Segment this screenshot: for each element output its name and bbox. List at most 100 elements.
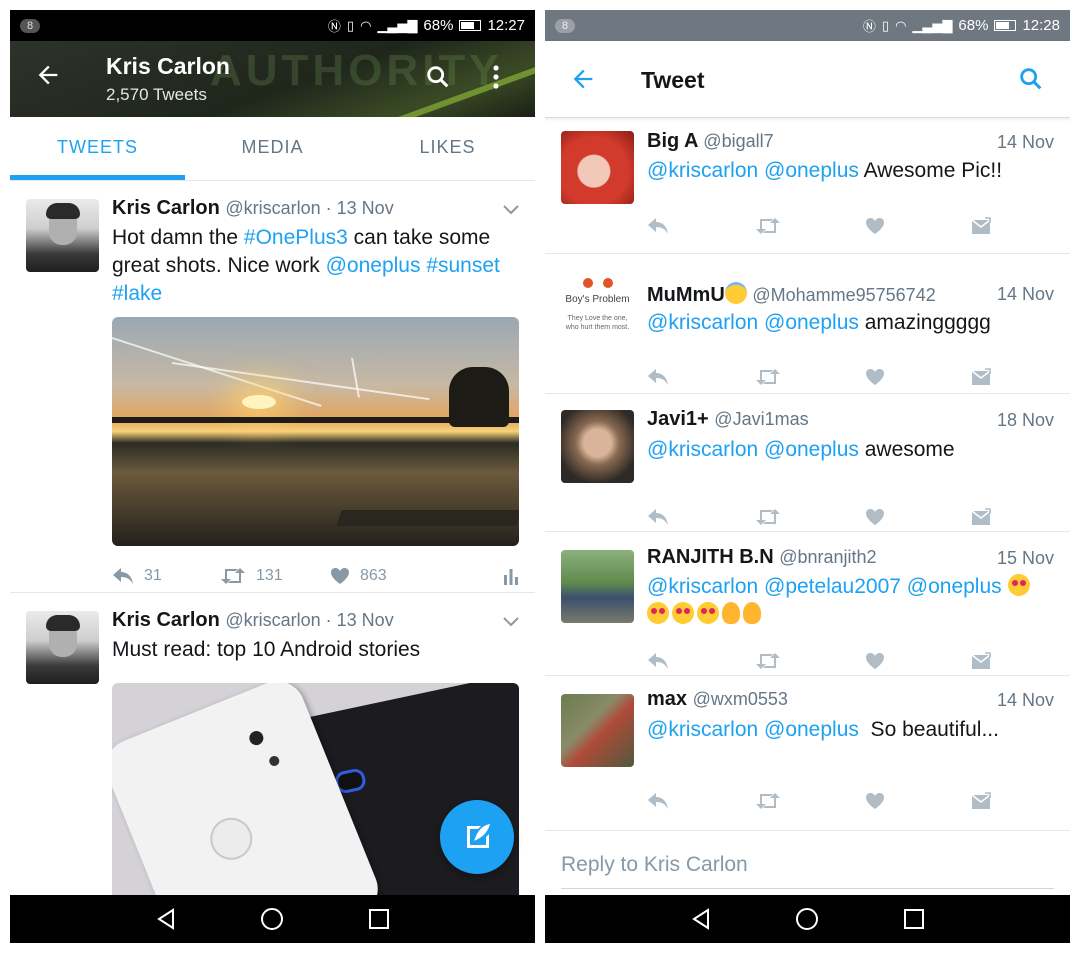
reply-input[interactable]: Reply to Kris Carlon	[561, 853, 748, 877]
search-button[interactable]	[1017, 65, 1045, 99]
triangle-back-icon	[157, 908, 174, 930]
reply-tweet[interactable]: RANJITH B.N @bnranjith2 15 Nov @kriscarl…	[545, 532, 1070, 676]
retweet-icon	[221, 568, 245, 584]
nfc-icon: Ⓝ	[862, 19, 876, 34]
direct-message-icon[interactable]	[971, 508, 991, 531]
reply-tweet[interactable]: Boy's Problem They Love the one, who hur…	[545, 254, 1070, 394]
retweet-icon[interactable]	[755, 652, 781, 675]
hashtag-link[interactable]: #sunset	[426, 254, 500, 277]
reply-tweet[interactable]: Big A @bigall7 14 Nov @kriscarlon @onepl…	[545, 118, 1070, 254]
reply-text: @kriscarlon @oneplus awesome	[647, 436, 1047, 464]
tweet-header: Tweet	[545, 41, 1070, 118]
search-icon	[427, 66, 449, 88]
search-button[interactable]	[424, 63, 452, 97]
heart-icon[interactable]	[865, 217, 885, 240]
retweet-action[interactable]: 131	[220, 567, 283, 585]
avatar[interactable]: Boy's Problem They Love the one, who hur…	[561, 270, 634, 343]
retweet-icon[interactable]	[755, 368, 781, 391]
author-name: RANJITH B.N	[647, 546, 774, 568]
reply-icon[interactable]	[647, 508, 669, 531]
avatar[interactable]	[561, 410, 634, 483]
author-name: max	[647, 688, 688, 710]
reply-author[interactable]: max @wxm0553	[647, 688, 788, 711]
reply-icon[interactable]	[647, 652, 669, 675]
mention-links[interactable]: @kriscarlon @oneplus	[647, 718, 859, 741]
reply-body: So beautiful...	[858, 718, 999, 741]
tweet-photo-sunset[interactable]	[112, 317, 519, 546]
nav-home-button[interactable]	[777, 895, 837, 943]
heart-icon[interactable]	[865, 652, 885, 675]
avatar[interactable]	[561, 694, 634, 767]
avatar[interactable]	[26, 199, 99, 272]
avatar[interactable]	[561, 550, 634, 623]
hashtag-link[interactable]: #lake	[112, 282, 162, 305]
retweet-icon[interactable]	[755, 792, 781, 815]
mention-links[interactable]: @kriscarlon @oneplus	[647, 159, 859, 182]
reply-icon[interactable]	[647, 792, 669, 815]
wifi-icon: ◠	[360, 17, 372, 33]
status-bar: 8 Ⓝ ▯ ◠ ▁▃▅▇ 68% 12:27	[10, 10, 535, 41]
mention-links[interactable]: @kriscarlon @oneplus	[647, 311, 859, 334]
retweet-icon[interactable]	[755, 508, 781, 531]
tweet-author[interactable]: Kris Carlon @kriscarlon · 13 Nov	[112, 197, 394, 220]
overflow-menu-button[interactable]	[492, 63, 500, 97]
nav-back-button[interactable]	[136, 895, 196, 943]
reply-icon[interactable]	[647, 217, 669, 240]
nav-recents-button[interactable]	[349, 895, 409, 943]
reply-text: @kriscarlon @oneplus amazinggggg	[647, 309, 1047, 337]
direct-message-icon[interactable]	[971, 217, 991, 240]
reply-tweet[interactable]: max @wxm0553 14 Nov @kriscarlon @oneplus…	[545, 676, 1070, 816]
tweet-photo-phones[interactable]: NG	[112, 683, 519, 903]
tweet[interactable]: Kris Carlon @kriscarlon · 13 Nov Hot dam…	[10, 181, 535, 593]
tweet-author[interactable]: Kris Carlon @kriscarlon · 13 Nov	[112, 609, 394, 632]
back-button[interactable]	[34, 61, 62, 95]
clock: 12:27	[487, 17, 525, 34]
avatar[interactable]	[561, 131, 634, 204]
reply-action[interactable]: 31	[112, 567, 162, 585]
notification-badge: 8	[555, 18, 576, 33]
retweet-icon[interactable]	[755, 217, 781, 240]
nav-home-button[interactable]	[242, 895, 302, 943]
reply-icon[interactable]	[647, 368, 669, 391]
reply-tweet[interactable]: Javi1+ @Javi1mas 18 Nov @kriscarlon @one…	[545, 394, 1070, 532]
reply-author[interactable]: RANJITH B.N @bnranjith2	[647, 546, 877, 569]
tweet-text: Must read: top 10 Android stories	[112, 638, 421, 661]
tab-likes[interactable]: LIKES	[360, 117, 535, 180]
compose-tweet-button[interactable]	[440, 800, 514, 874]
compose-feather-icon	[467, 824, 490, 848]
reply-composer[interactable]: Reply to Kris Carlon	[545, 830, 1070, 895]
retweet-count: 131	[256, 567, 283, 584]
analytics-action[interactable]	[504, 567, 518, 585]
mention-links[interactable]: @kriscarlon @oneplus	[647, 438, 859, 461]
battery-percent: 68%	[958, 17, 989, 34]
square-recents-icon	[369, 909, 389, 929]
ok-hand-emoji-icon	[722, 602, 740, 624]
chevron-down-icon[interactable]	[503, 617, 519, 627]
nav-back-button[interactable]	[671, 895, 731, 943]
direct-message-icon[interactable]	[971, 792, 991, 815]
heart-icon[interactable]	[865, 368, 885, 391]
avatar[interactable]	[26, 611, 99, 684]
wifi-icon: ◠	[895, 17, 907, 33]
heart-eyes-emoji-icon	[1007, 574, 1030, 596]
tweet-text: Hot damn the #OnePlus3 can take some gre…	[112, 224, 522, 308]
chevron-down-icon[interactable]	[503, 205, 519, 215]
tab-tweets[interactable]: TWEETS	[10, 117, 185, 180]
reply-body: amazinggggg	[858, 311, 991, 334]
direct-message-icon[interactable]	[971, 652, 991, 675]
heart-icon[interactable]	[865, 508, 885, 531]
reply-author[interactable]: MuMmU @Mohamme95756742	[647, 282, 936, 307]
mention-links[interactable]: @kriscarlon @petelau2007 @oneplus	[647, 575, 1002, 598]
heart-icon[interactable]	[865, 792, 885, 815]
header-background-watermark: AUTHORITY	[210, 46, 503, 95]
nav-recents-button[interactable]	[884, 895, 944, 943]
tab-media[interactable]: MEDIA	[185, 117, 360, 180]
reply-author[interactable]: Javi1+ @Javi1mas	[647, 408, 809, 431]
reply-author[interactable]: Big A @bigall7	[647, 130, 774, 153]
hashtag-link[interactable]: #OnePlus3	[244, 226, 348, 249]
like-action[interactable]: 863	[330, 567, 387, 585]
back-button[interactable]	[569, 65, 597, 99]
direct-message-icon[interactable]	[971, 368, 991, 391]
ok-hand-emoji-icon	[743, 602, 761, 624]
mention-link[interactable]: @oneplus	[326, 254, 421, 277]
